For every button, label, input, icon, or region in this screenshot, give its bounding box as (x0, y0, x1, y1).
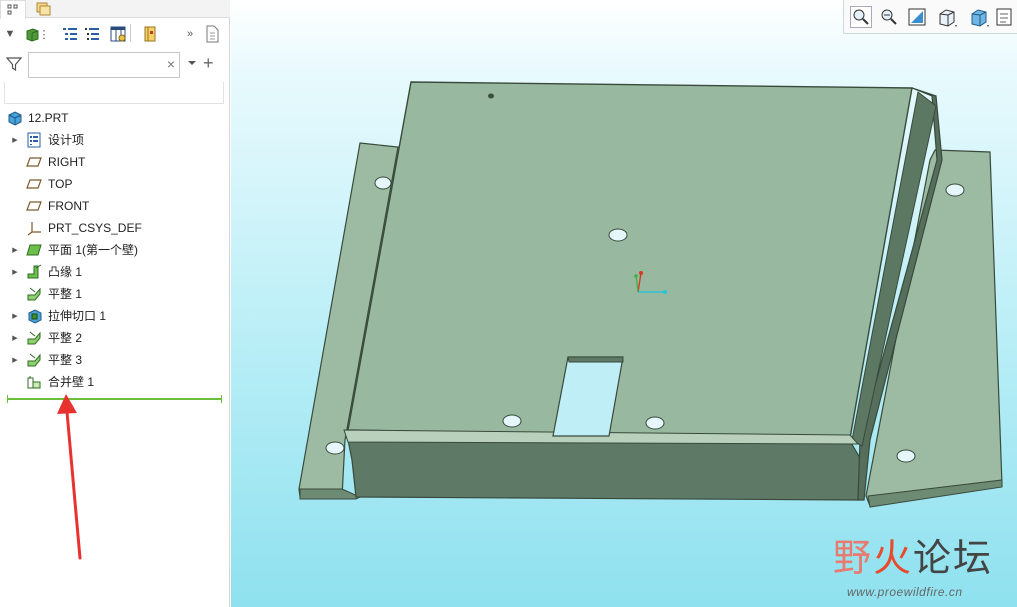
wm-logo-fire: 火 (873, 536, 914, 580)
wm-logo-right: 论坛 (913, 536, 994, 580)
watermark-logo: 野火论坛 (833, 527, 993, 582)
watermark-url: www.proewildfire.cn (847, 585, 963, 599)
annotation-arrow (57, 394, 82, 560)
watermark: 野火论坛 www.proewildfire.cn (833, 525, 1017, 607)
wm-logo-left: 野 (833, 536, 874, 580)
